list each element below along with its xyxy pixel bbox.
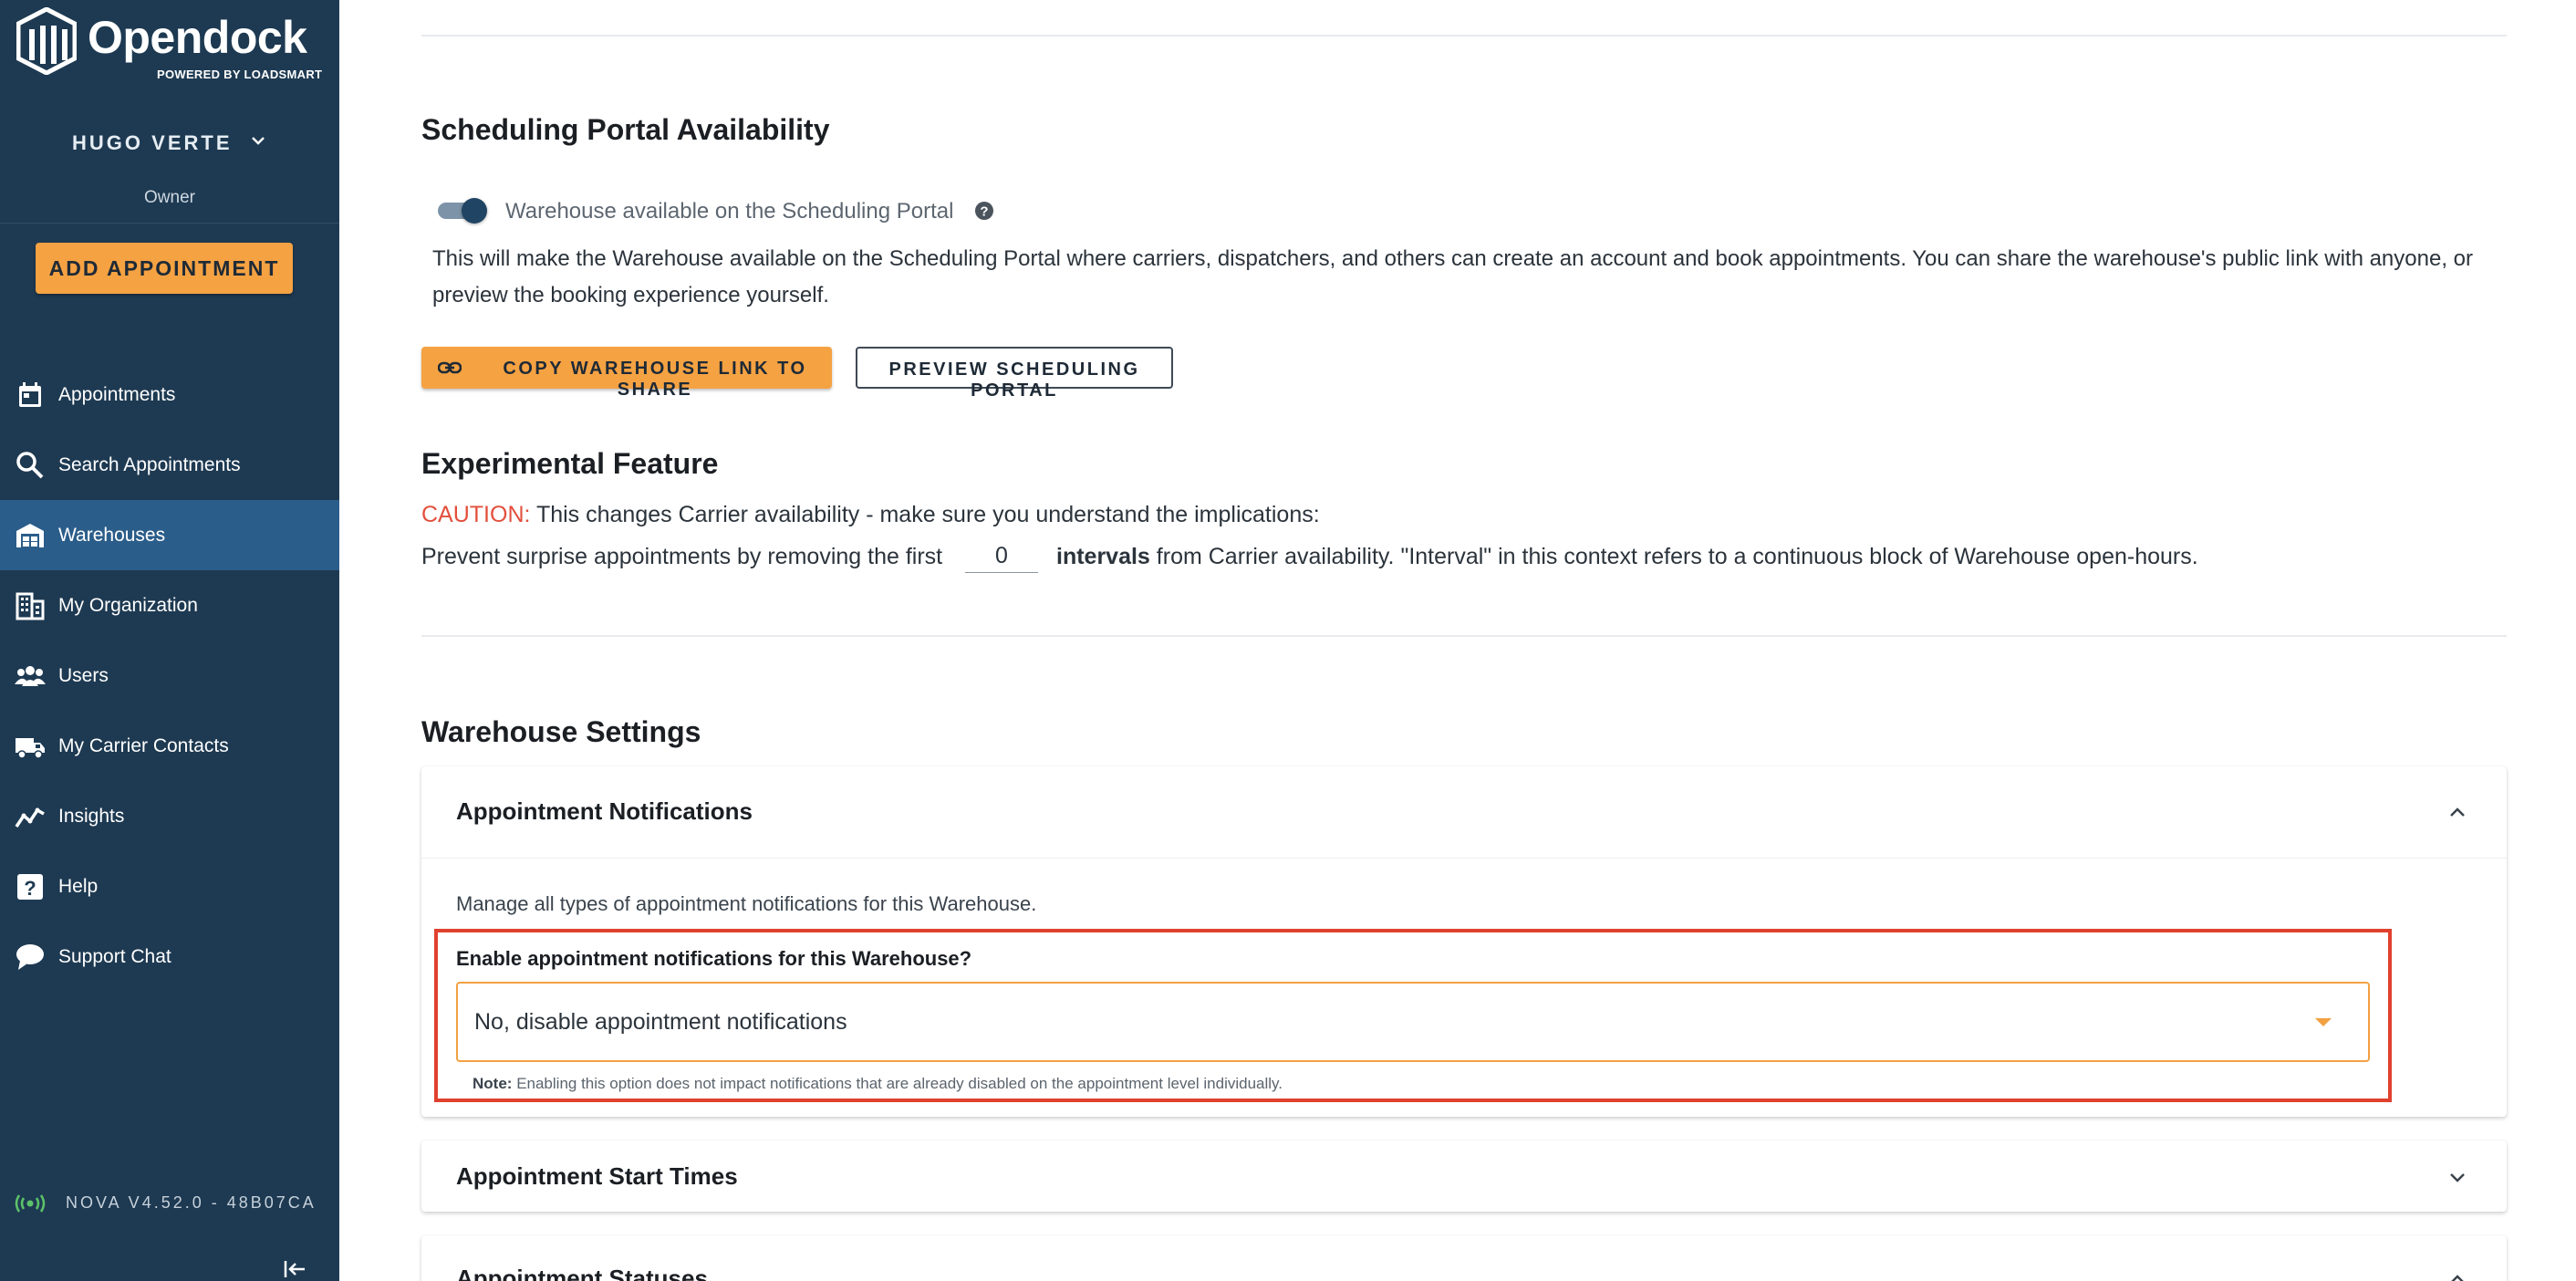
svg-text:?: ? [980,204,988,220]
caret-down-icon [2315,1018,2332,1026]
brand-logo[interactable]: Opendock POWERED BY LOADSMART [16,7,327,81]
caution-label: CAUTION: [421,502,531,527]
interval-suffix-wrap: intervals from Carrier availability. "In… [1056,544,2198,570]
toggle-label: Warehouse available on the Scheduling Po… [505,199,954,224]
add-appointment-button[interactable]: ADD APPOINTMENT [36,243,293,294]
chevron-up-icon [2450,807,2465,817]
sidebar-item-label: Insights [58,805,125,827]
sidebar-item-label: Warehouses [58,524,166,546]
question-circle-icon[interactable]: ? [974,201,994,221]
note-text: Enabling this option does not impact not… [516,1075,1283,1092]
users-icon [15,661,46,692]
calendar-icon [15,380,46,411]
brand-tagline: POWERED BY LOADSMART [157,68,323,81]
experimental-feature-title: Experimental Feature [421,447,719,480]
appointment-notifications-panel: Appointment Notifications Manage all typ… [421,766,2507,1117]
building-icon [15,590,46,621]
section-divider [421,635,2507,637]
chevron-down-icon [2450,1173,2465,1182]
notifications-select-value: No, disable appointment notifications [474,1009,847,1035]
sidebar-item-search-appointments[interactable]: Search Appointments [0,430,339,500]
sidebar-item-label: My Carrier Contacts [58,734,229,756]
chevron-up-icon [2451,1275,2464,1281]
sidebar-item-label: Appointments [58,383,176,405]
chart-line-icon [15,801,46,832]
user-role: Owner [144,188,195,207]
user-name: HUGO VERTE [72,131,233,154]
sidebar-item-label: Users [58,664,109,686]
preview-scheduling-portal-label: PREVIEW SCHEDULING PORTAL [888,359,1140,401]
sidebar-item-help[interactable]: ? Help [0,851,339,922]
sidebar-divider [0,223,339,224]
link-icon [438,361,462,374]
scheduling-portal-title: Scheduling Portal Availability [421,113,830,146]
chevron-down-icon [252,137,265,145]
sidebar-item-insights[interactable]: Insights [0,781,339,851]
version-label: NOVA V4.52.0 - 48B07CA [66,1193,317,1212]
panel-title: Appointment Start Times [456,1162,738,1190]
main-content: Scheduling Portal Availability Warehouse… [339,0,2576,1281]
scheduling-portal-toggle[interactable] [436,197,489,224]
sidebar-item-label: Help [58,875,99,897]
sidebar-item-my-organization[interactable]: My Organization [0,570,339,640]
interval-suffix: from Carrier availability. "Interval" in… [1156,544,2198,569]
broadcast-icon [15,1193,46,1213]
notifications-note: Note: Enabling this option does not impa… [473,1075,1283,1093]
svg-text:?: ? [24,877,36,900]
notifications-select[interactable]: No, disable appointment notifications [456,982,2370,1062]
preview-scheduling-portal-button[interactable]: PREVIEW SCHEDULING PORTAL [856,347,1173,401]
sidebar-item-users[interactable]: Users [0,640,339,711]
sidebar: Opendock POWERED BY LOADSMART HUGO VERTE… [0,0,339,1281]
sidebar-item-label: Support Chat [58,945,171,967]
toggle-thumb [462,198,487,224]
version-info: NOVA V4.52.0 - 48B07CA [15,1193,317,1213]
notifications-description: Manage all types of appointment notifica… [456,892,1037,915]
section-divider [421,35,2507,36]
opendock-logo-icon [16,7,77,75]
interval-bold: intervals [1056,544,1150,569]
panel-divider [421,858,2507,859]
note-label: Note: [473,1075,513,1092]
sidebar-item-label: Search Appointments [58,453,241,475]
copy-warehouse-link-button[interactable]: COPY WAREHOUSE LINK TO SHARE [421,347,832,400]
sidebar-item-support-chat[interactable]: Support Chat [0,922,339,992]
sidebar-item-my-carrier-contacts[interactable]: My Carrier Contacts [0,711,339,781]
scheduling-portal-description: This will make the Warehouse available o… [432,246,2473,307]
panel-title: Appointment Statuses [456,1265,708,1281]
warehouse-settings-title: Warehouse Settings [421,715,701,748]
warehouse-icon [15,520,46,551]
panel-title: Appointment Notifications [456,797,753,825]
search-icon [15,450,46,481]
sidebar-item-appointments[interactable]: Appointments [0,359,339,430]
appointment-notifications-header[interactable]: Appointment Notifications [421,766,2507,858]
caution-text: This changes Carrier availability - make… [535,502,1320,527]
brand-name: Opendock [88,12,307,63]
truck-icon [15,731,46,762]
copy-warehouse-link-label: COPY WAREHOUSE LINK TO SHARE [503,359,807,400]
sidebar-nav: Appointments Search Appointments Warehou… [0,359,339,992]
interval-prefix: Prevent surprise appointments by removin… [421,544,943,569]
user-menu[interactable]: HUGO VERTE [0,131,339,155]
appointment-statuses-panel[interactable]: Appointment Statuses [421,1235,2507,1281]
collapse-sidebar-icon[interactable] [283,1259,306,1279]
chat-icon [15,942,46,973]
sidebar-item-label: My Organization [58,594,198,616]
appointment-start-times-panel[interactable]: Appointment Start Times [421,1140,2507,1212]
help-icon: ? [15,871,46,902]
interval-count-input[interactable] [965,540,1038,573]
notifications-question-label: Enable appointment notifications for thi… [456,947,972,970]
caution-line: CAUTION: This changes Carrier availabili… [421,502,1320,528]
sidebar-item-warehouses[interactable]: Warehouses [0,500,339,570]
